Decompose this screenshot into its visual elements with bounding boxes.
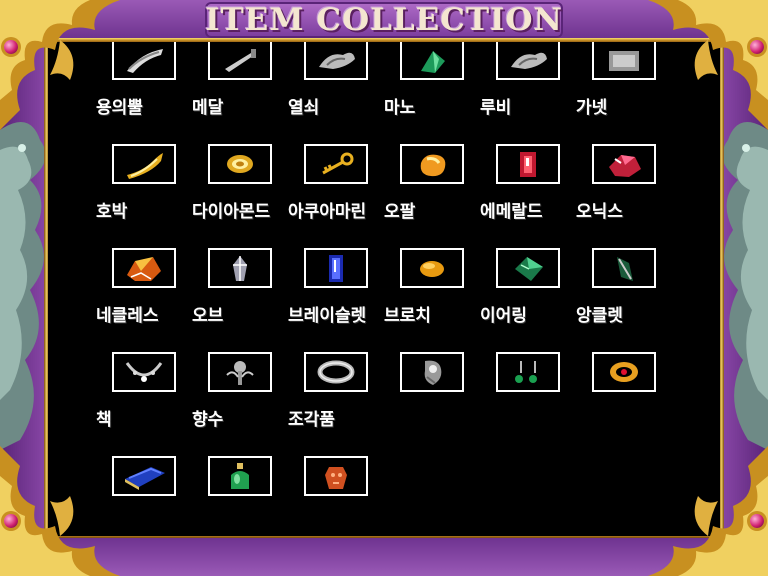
item-slot[interactable] xyxy=(384,42,480,100)
pink-jewel-icon xyxy=(750,40,764,54)
dagger-icon xyxy=(225,49,256,72)
item-icon-frame[interactable] xyxy=(304,456,368,496)
page-title: ITEM COLLECTION xyxy=(205,2,563,38)
item-name: 오팔 xyxy=(384,202,416,222)
item-slot[interactable]: 브레이슬렛 xyxy=(288,308,384,412)
ornament-corner-top-left-icon xyxy=(0,0,120,130)
medal-icon xyxy=(227,155,253,173)
item-icon-frame[interactable] xyxy=(208,42,272,80)
item-name: 마노 xyxy=(384,98,416,118)
opal-icon xyxy=(420,261,444,277)
item-slot[interactable]: 호박 xyxy=(96,204,192,308)
item-slot[interactable] xyxy=(480,42,576,100)
item-icon-frame[interactable] xyxy=(400,352,464,392)
key-icon xyxy=(322,152,354,175)
item-icon-frame[interactable] xyxy=(304,248,368,288)
item-name: 오닉스 xyxy=(576,202,623,222)
onyx-icon xyxy=(617,257,633,281)
sculpture-icon xyxy=(325,467,347,489)
item-name: 브레이슬렛 xyxy=(288,306,367,326)
item-name: 향수 xyxy=(192,410,224,430)
item-name: 앙클렛 xyxy=(576,306,623,326)
item-icon-frame[interactable] xyxy=(496,144,560,184)
item-name: 메달 xyxy=(192,98,224,118)
claw-icon xyxy=(511,52,547,69)
item-icon-frame[interactable] xyxy=(592,248,656,288)
item-name: 호박 xyxy=(96,202,128,222)
item-slot[interactable]: 앙클렛 xyxy=(576,308,672,412)
claw-icon xyxy=(319,52,355,69)
item-slot[interactable] xyxy=(192,42,288,100)
item-name: 다이아몬드 xyxy=(192,202,271,222)
garnet-icon xyxy=(609,155,641,177)
item-slot[interactable]: 메달 xyxy=(192,100,288,204)
item-icon-frame[interactable] xyxy=(592,352,656,392)
brooch-icon xyxy=(424,360,442,385)
item-icon-frame[interactable] xyxy=(496,352,560,392)
item-icon-frame[interactable] xyxy=(400,144,464,184)
item-icon-frame[interactable] xyxy=(208,456,272,496)
pink-jewel-icon xyxy=(750,514,764,528)
game-screen: 용의뿔 메달 열쇠 마노 루비 가넷 호박 다이아몬드 아쿠아마린 오팔 에메랄드 오닉스 네클레스 오브… xyxy=(0,0,768,576)
ornament-corner-top-right-icon xyxy=(648,0,768,130)
agate-icon xyxy=(420,154,446,177)
bracelet-icon xyxy=(317,360,355,384)
item-slot[interactable]: 열쇠 xyxy=(288,100,384,204)
item-slot[interactable]: 에메랄드 xyxy=(480,204,576,308)
pink-jewel-icon xyxy=(4,40,18,54)
item-slot[interactable]: 마노 xyxy=(384,100,480,204)
diamond-icon xyxy=(233,256,247,281)
item-slot[interactable] xyxy=(288,42,384,100)
item-name: 네클레스 xyxy=(96,306,159,326)
item-icon-frame[interactable] xyxy=(112,144,176,184)
ornament-corner-bottom-left-icon xyxy=(0,446,120,576)
item-icon-frame[interactable] xyxy=(304,144,368,184)
item-icon-frame[interactable] xyxy=(496,248,560,288)
item-name: 열쇠 xyxy=(288,98,320,118)
item-name: 에메랄드 xyxy=(480,202,543,222)
item-slot[interactable]: 향수 xyxy=(192,412,288,516)
item-slot[interactable]: 오닉스 xyxy=(576,204,672,308)
pink-jewel-icon xyxy=(4,514,18,528)
necklace-icon xyxy=(125,362,163,382)
item-slot[interactable]: 이어링 xyxy=(480,308,576,412)
ornament-corner-bottom-right-icon xyxy=(648,446,768,576)
item-name: 브로치 xyxy=(384,306,431,326)
item-slot[interactable]: 루비 xyxy=(480,100,576,204)
anklet-icon xyxy=(610,362,638,382)
emerald-icon xyxy=(515,257,543,281)
item-icon-frame[interactable] xyxy=(304,42,368,80)
item-name: 이어링 xyxy=(480,306,527,326)
aquamarine-icon xyxy=(329,255,343,282)
item-name: 조각품 xyxy=(288,410,335,430)
item-icon-frame[interactable] xyxy=(208,352,272,392)
item-slot[interactable]: 조각품 xyxy=(288,412,384,516)
item-icon-frame[interactable] xyxy=(496,42,560,80)
item-slot[interactable]: 오브 xyxy=(192,308,288,412)
title-banner: ITEM COLLECTION xyxy=(205,2,563,38)
dragon-horn-icon xyxy=(127,153,163,179)
item-icon-frame[interactable] xyxy=(592,144,656,184)
item-slot[interactable]: 브로치 xyxy=(384,308,480,412)
item-name: 오브 xyxy=(192,306,224,326)
item-icon-frame[interactable] xyxy=(400,248,464,288)
item-icon-frame[interactable] xyxy=(400,42,464,80)
item-icon-frame[interactable] xyxy=(112,248,176,288)
item-slot[interactable]: 네클레스 xyxy=(96,308,192,412)
orb-icon xyxy=(226,361,254,385)
item-icon-frame[interactable] xyxy=(112,352,176,392)
amber-icon xyxy=(127,257,161,281)
ruby-icon xyxy=(520,152,536,177)
earring-icon xyxy=(515,361,537,383)
item-icon-frame[interactable] xyxy=(304,352,368,392)
emerald-shard-icon xyxy=(421,51,445,73)
item-name: 아쿠아마린 xyxy=(288,202,367,222)
perfume-icon xyxy=(231,463,249,489)
item-icon-frame[interactable] xyxy=(208,144,272,184)
item-slot[interactable]: 오팔 xyxy=(384,204,480,308)
item-icon-frame[interactable] xyxy=(208,248,272,288)
item-slot[interactable]: 다이아몬드 xyxy=(192,204,288,308)
item-name: 루비 xyxy=(480,98,512,118)
item-slot[interactable]: 아쿠아마린 xyxy=(288,204,384,308)
